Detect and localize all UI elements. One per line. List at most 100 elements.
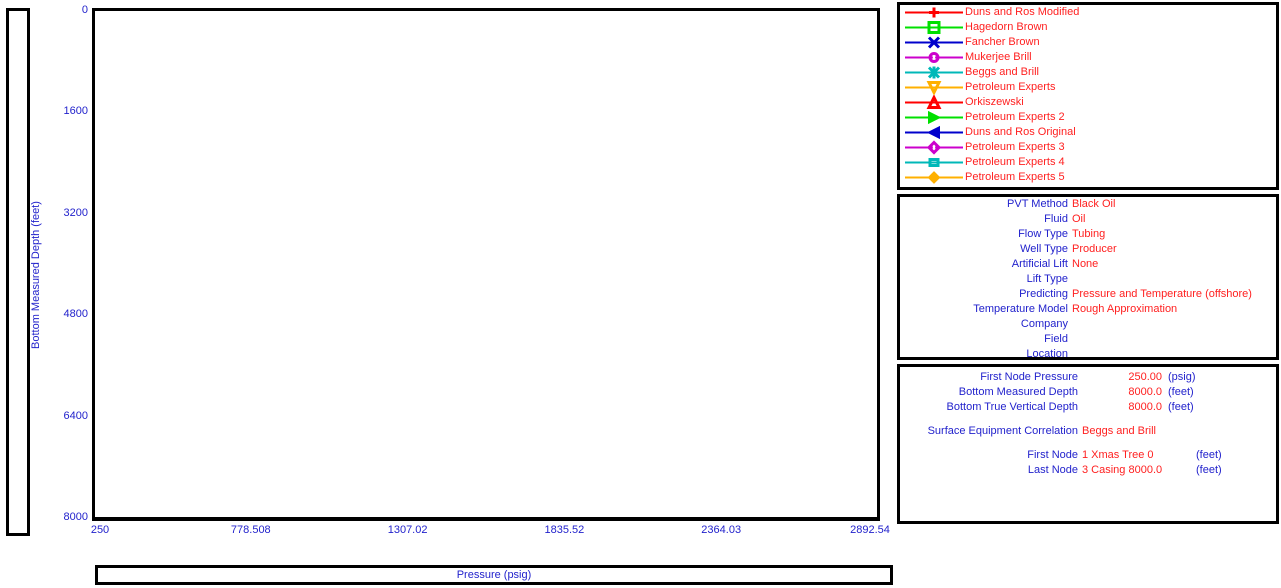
legend-label: Petroleum Experts xyxy=(965,81,1056,93)
node-label: Bottom Measured Depth xyxy=(958,386,1078,398)
legend-label: Petroleum Experts 5 xyxy=(965,171,1065,183)
info-row: Location xyxy=(900,347,1276,360)
legend-marker-icon xyxy=(905,140,963,155)
info-value: Black Oil xyxy=(1072,198,1116,210)
x-tick-label: 250 xyxy=(90,524,110,536)
legend-item[interactable]: Petroleum Experts 2 xyxy=(900,110,1276,125)
info-label: Artificial Lift xyxy=(1011,258,1068,270)
legend-label: Duns and Ros Original xyxy=(965,126,1076,138)
info-label: Field xyxy=(1044,333,1068,345)
legend-label: Duns and Ros Modified xyxy=(965,6,1080,18)
node-unit: (psig) xyxy=(1168,371,1196,383)
info-row: Lift Type xyxy=(900,272,1276,287)
info-row: Temperature Model Rough Approximation xyxy=(900,302,1276,317)
node-unit: (feet) xyxy=(1168,401,1194,413)
x-tick-label: 1307.02 xyxy=(387,524,428,536)
legend-marker-icon xyxy=(905,94,963,110)
legend-item[interactable]: Petroleum Experts xyxy=(900,80,1276,96)
info-value: Pressure and Temperature (offshore) xyxy=(1072,288,1252,300)
legend-label: Petroleum Experts 4 xyxy=(965,156,1065,168)
node-value: 250.00 xyxy=(1128,371,1162,383)
panel-spacer xyxy=(900,439,1276,448)
info-label: Fluid xyxy=(1044,213,1068,225)
correlation-value: Beggs and Brill xyxy=(1082,425,1156,437)
info-label: Well Type xyxy=(1020,243,1068,255)
y-tick-label: 6400 xyxy=(63,409,88,422)
legend-item[interactable]: Petroleum Experts 5 xyxy=(900,170,1276,185)
x-tick-label: 2364.03 xyxy=(701,524,742,536)
info-row: Company xyxy=(900,317,1276,332)
plot-area[interactable] xyxy=(92,8,880,521)
legend-label: Fancher Brown xyxy=(965,36,1040,48)
info-value: Rough Approximation xyxy=(1072,303,1178,315)
y-tick-label: 1600 xyxy=(63,105,88,118)
legend-marker-icon xyxy=(905,35,963,50)
node-summary-panel: First Node Pressure 250.00 (psig) Bottom Me… xyxy=(897,364,1279,524)
legend-label: Hagedorn Brown xyxy=(965,21,1048,33)
info-value: Producer xyxy=(1072,243,1117,255)
legend-item[interactable]: Beggs and Brill xyxy=(900,65,1276,80)
info-value: Tubing xyxy=(1072,228,1106,240)
node-row: First Node Pressure 250.00 (psig) xyxy=(900,370,1276,385)
info-row: Flow Type Tubing xyxy=(900,227,1276,242)
legend-item[interactable]: Duns and Ros Modified xyxy=(900,5,1276,20)
correlation-row: Surface Equipment Correlation Beggs and B… xyxy=(900,424,1276,439)
legend-label: Mukerjee Brill xyxy=(965,51,1032,63)
chart-block: Bottom Measured Depth (feet) 0 1600 3200 48… xyxy=(0,0,893,588)
y-axis-tick-labels: 0 1600 3200 4800 6400 8000 xyxy=(30,0,88,530)
node-endpoint-label: First Node xyxy=(1027,449,1078,461)
legend-label: Beggs and Brill xyxy=(965,66,1039,78)
info-row: Predicting Pressure and Temperature (offs… xyxy=(900,287,1276,302)
info-value: Oil xyxy=(1072,213,1086,225)
info-label: PVT Method xyxy=(1007,198,1068,210)
legend-marker-icon xyxy=(905,50,963,65)
node-value: 8000.0 xyxy=(1128,401,1162,413)
legend-item[interactable]: Petroleum Experts 3 xyxy=(900,140,1276,155)
x-tick-label: 2892.54 xyxy=(850,524,890,536)
y-tick-label: 0 xyxy=(81,4,88,16)
plot-frame xyxy=(92,8,880,521)
node-row: Bottom True Vertical Depth 8000.0 (feet) xyxy=(900,400,1276,415)
info-label: Location xyxy=(1026,348,1068,360)
info-row: Field xyxy=(900,332,1276,347)
info-row: Well Type Producer xyxy=(900,242,1276,257)
node-endpoint-unit: (feet) xyxy=(1196,464,1222,476)
y-tick-label: 3200 xyxy=(63,206,88,219)
info-row: Artificial Lift None xyxy=(900,257,1276,272)
info-label: Lift Type xyxy=(1026,273,1068,285)
x-axis-tick-labels: 250 778.508 1307.02 1835.52 2364.03 2892.54 xyxy=(90,524,890,542)
legend-marker-icon xyxy=(905,80,963,96)
y-axis-title-box: Bottom Measured Depth (feet) xyxy=(6,8,42,536)
legend-label: Petroleum Experts 2 xyxy=(965,111,1065,123)
legend-item[interactable]: Fancher Brown xyxy=(900,35,1276,50)
legend-marker-icon xyxy=(905,110,963,125)
legend-item[interactable]: Petroleum Experts 4 xyxy=(900,155,1276,170)
legend-marker-icon xyxy=(905,125,963,140)
panel-spacer xyxy=(900,415,1276,424)
node-row: Bottom Measured Depth 8000.0 (feet) xyxy=(900,385,1276,400)
info-value: None xyxy=(1072,258,1099,270)
legend-item[interactable]: Mukerjee Brill xyxy=(900,50,1276,65)
legend-item[interactable]: Duns and Ros Original xyxy=(900,125,1276,140)
info-row: PVT Method Black Oil xyxy=(900,197,1276,212)
x-axis-title: Pressure (psig) xyxy=(95,565,893,585)
node-label: Bottom True Vertical Depth xyxy=(946,401,1078,413)
x-tick-label: 1835.52 xyxy=(544,524,585,536)
y-tick-label: 8000 xyxy=(63,511,88,523)
legend-marker-icon xyxy=(905,170,963,185)
legend-marker-icon xyxy=(905,155,963,170)
node-endpoint-value: 3 Casing 8000.0 xyxy=(1082,464,1163,476)
info-label: Predicting xyxy=(1019,288,1068,300)
y-tick-label: 4800 xyxy=(63,308,88,321)
node-endpoint-row: First Node 1 Xmas Tree 0 (feet) xyxy=(900,448,1276,463)
legend-item[interactable]: Hagedorn Brown xyxy=(900,20,1276,35)
node-endpoint-unit: (feet) xyxy=(1196,449,1222,461)
info-label: Flow Type xyxy=(1018,228,1068,240)
legend-label: Petroleum Experts 3 xyxy=(965,141,1065,153)
legend-marker-icon xyxy=(905,20,963,35)
legend-marker-icon xyxy=(905,5,963,20)
node-endpoint-row: Last Node 3 Casing 8000.0 (feet) xyxy=(900,463,1276,478)
legend-item[interactable]: Orkiszewski xyxy=(900,94,1276,110)
node-endpoint-label: Last Node xyxy=(1027,464,1078,476)
node-value: 8000.0 xyxy=(1128,386,1162,398)
